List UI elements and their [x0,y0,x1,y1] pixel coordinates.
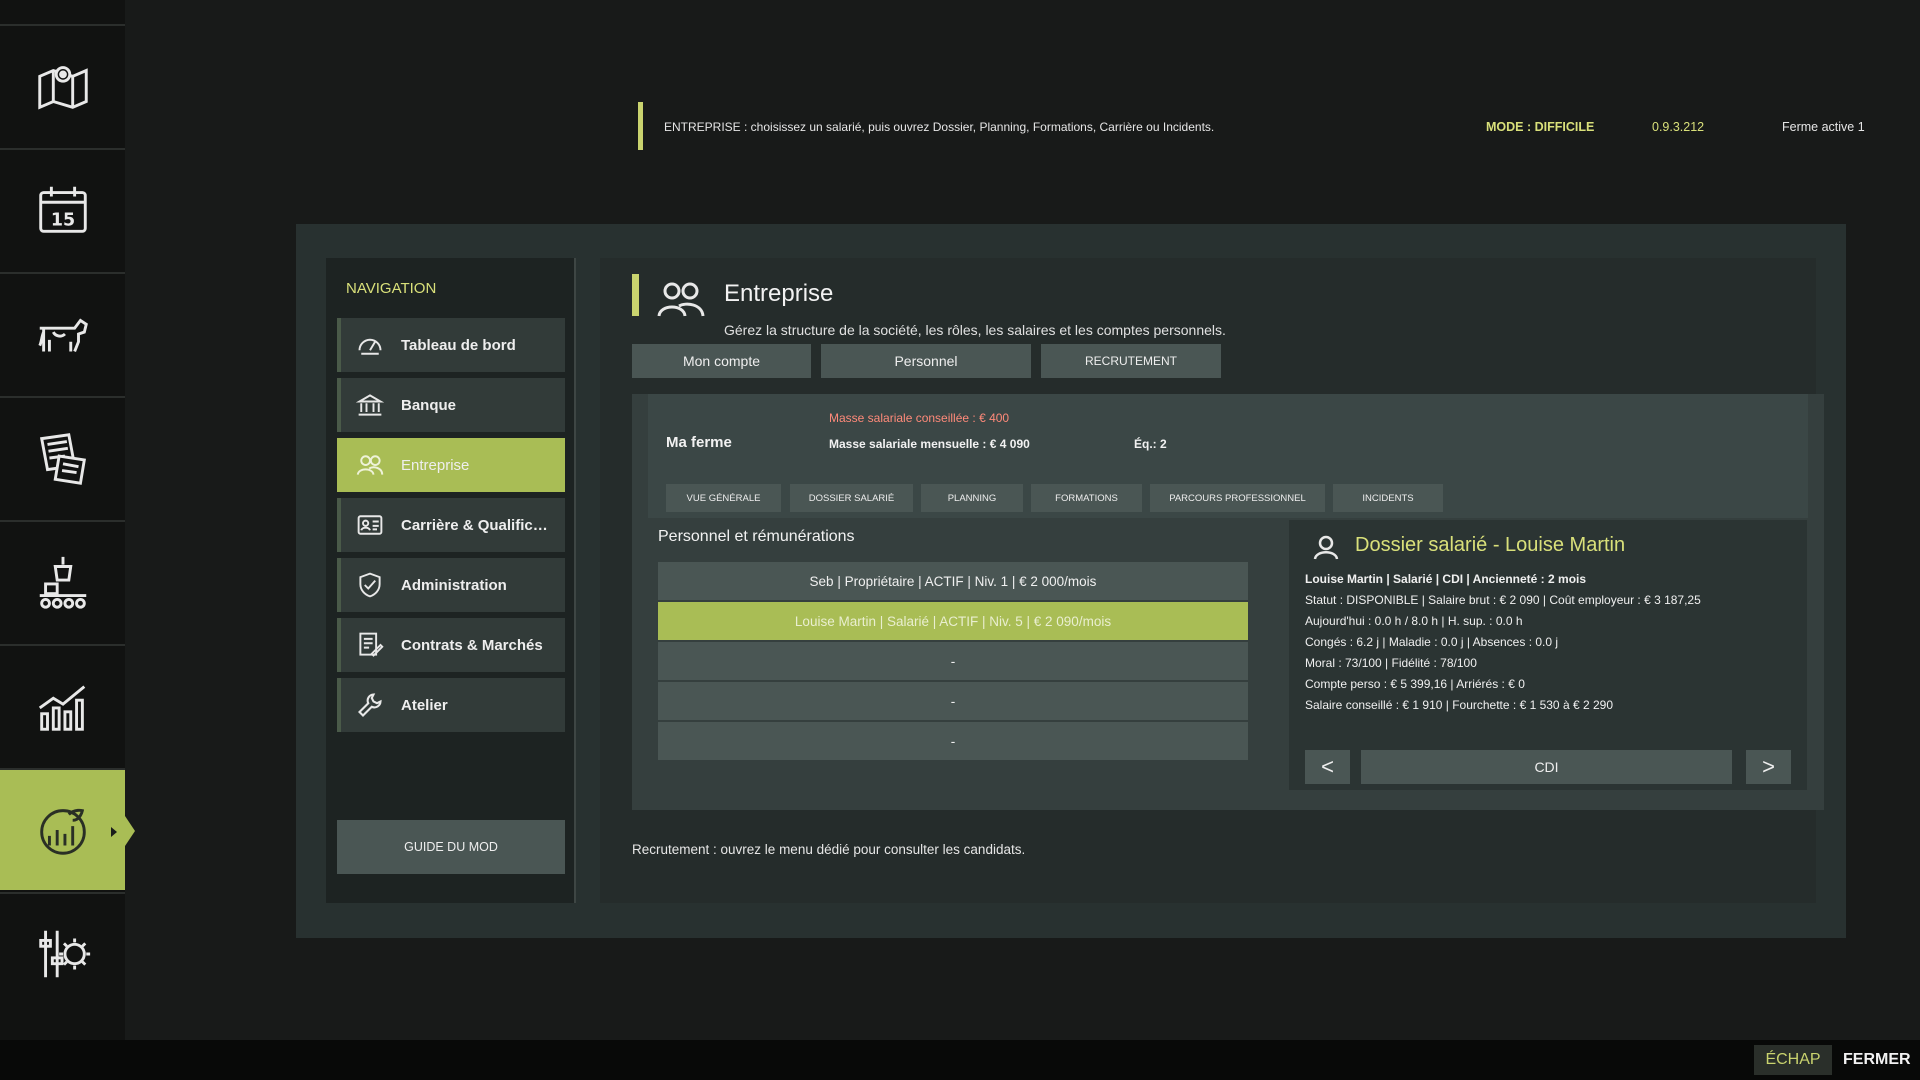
info-bar: ENTREPRISE : choisissez un salarié, puis… [638,102,1888,150]
navigation-title: NAVIGATION [346,280,437,297]
nav-item-atelier[interactable]: Atelier [337,678,565,732]
settings-icon [38,930,90,978]
staff-row-empty[interactable]: - [658,682,1248,720]
employee-leave: Congés : 6.2 j | Maladie : 0.0 j | Absen… [1305,635,1559,649]
active-farm: Ferme active 1 [1782,120,1865,134]
previous-contract-button[interactable]: < [1305,750,1350,784]
farm-name: Ma ferme [666,434,732,451]
nav-label: Entreprise [401,456,470,474]
rail-item-contracts[interactable] [0,396,125,518]
staff-row-empty[interactable]: - [658,642,1248,680]
tab-incidents[interactable]: INCIDENTS [1333,484,1443,512]
nav-label: Tableau de bord [401,336,516,354]
employee-hours: Aujourd'hui : 0.0 h / 8.0 h | H. sup. : … [1305,614,1523,628]
nav-item-contrats-marches[interactable]: Contrats & Marchés [337,618,565,672]
tab-dossier-salarie[interactable]: DOSSIER SALARIÉ [790,484,913,512]
tab-planning[interactable]: PLANNING [921,484,1023,512]
personnel-button[interactable]: Personnel [821,344,1031,378]
farm-manager-icon [39,808,86,855]
monthly-payroll: Masse salariale mensuelle : € 4 090 [829,437,1030,451]
bottom-bar [0,1040,1920,1080]
employee-status: Statut : DISPONIBLE | Salaire brut : € 2… [1305,593,1701,607]
rail-item-calendar[interactable]: 15 [0,148,125,270]
rail-item-statistics[interactable] [0,644,125,766]
page-title: Entreprise [724,280,834,307]
team-count: Éq.: 2 [1134,437,1167,451]
nav-item-tableau-de-bord[interactable]: Tableau de bord [337,318,565,372]
production-icon [39,556,86,609]
statistics-icon [38,685,85,731]
id-card-icon [355,510,385,540]
person-icon [1313,535,1339,560]
farm-summary: Ma ferme Masse salariale conseillée : € … [648,394,1808,518]
people-icon [355,450,385,480]
nav-label: Banque [401,396,457,414]
mod-version: 0.9.3.212 [1652,120,1705,134]
active-pointer-icon [111,827,117,837]
navigation-sidebar: NAVIGATION Tableau de bord Banque Entrep… [326,258,576,903]
nav-label: Contrats & Marchés [401,636,543,654]
staff-row-empty[interactable]: - [658,722,1248,760]
content-area: Entreprise Gérez la structure de la soci… [600,258,1824,903]
nav-item-banque[interactable]: Banque [337,378,565,432]
info-bar-accent [638,102,643,150]
staff-row[interactable]: Seb | Propriétaire | ACTIF | Niv. 1 | € … [658,562,1248,600]
people-icon [657,282,705,317]
nav-item-carriere[interactable]: Carrière & Qualificat... [337,498,565,552]
employee-file-title: Dossier salarié - Louise Martin [1355,534,1626,556]
contract-icon [355,630,385,660]
page-subtitle: Gérez la structure de la société, les rô… [724,322,1226,338]
tab-formations[interactable]: FORMATIONS [1031,484,1142,512]
nav-label: Administration [401,576,507,594]
contracts-icon [39,433,86,485]
calendar-icon: 15 [38,186,87,233]
speedometer-icon [355,330,385,360]
difficulty-mode: MODE : DIFFICILE [1486,120,1595,134]
employee-advised-salary: Salaire conseillé : € 1 910 | Fourchette… [1305,698,1613,712]
svg-text:15: 15 [50,211,74,231]
close-button[interactable]: FERMER [1843,1045,1911,1075]
rail-item-production[interactable] [0,520,125,642]
hint-text: ENTREPRISE : choisissez un salarié, puis… [664,120,1215,134]
next-contract-button[interactable]: > [1746,750,1791,784]
recrutement-button[interactable]: RECRUTEMENT [1041,344,1221,378]
staff-list-title: Personnel et rémunérations [658,528,855,545]
tab-vue-generale[interactable]: VUE GÉNÉRALE [666,484,781,512]
escape-key-hint[interactable]: ÉCHAP [1754,1045,1832,1075]
title-accent [632,274,639,316]
staff-panel: Ma ferme Masse salariale conseillée : € … [632,394,1824,810]
mon-compte-button[interactable]: Mon compte [632,344,811,378]
tab-parcours-professionnel[interactable]: PARCOURS PROFESSIONNEL [1150,484,1325,512]
nav-item-administration[interactable]: Administration [337,558,565,612]
rail-item-farm-manager[interactable] [0,768,135,890]
rail-item-settings[interactable] [0,892,125,1014]
nav-label: Atelier [401,696,448,714]
shield-check-icon [355,570,385,600]
wrench-icon [355,690,385,720]
rail-item-animals[interactable] [0,272,125,394]
bank-icon [355,390,385,420]
rail-item-map[interactable] [0,24,125,146]
employee-account: Compte perso : € 5 399,16 | Arriérés : €… [1305,677,1525,691]
staff-row-selected[interactable]: Louise Martin | Salarié | ACTIF | Niv. 5… [658,602,1248,640]
map-icon [37,66,88,110]
recruitment-note: Recrutement : ouvrez le menu dédié pour … [632,842,1026,857]
employee-file: Dossier salarié - Louise Martin Louise M… [1289,520,1807,790]
contract-type-selector[interactable]: CDI [1361,750,1732,784]
nav-label: Carrière & Qualificat... [401,516,553,534]
employee-summary: Louise Martin | Salarié | CDI | Ancienne… [1305,572,1587,586]
main-menu-rail: 15 [0,0,135,1040]
nav-item-entreprise[interactable]: Entreprise [337,438,565,492]
cow-icon [37,318,88,352]
employee-morale: Moral : 73/100 | Fidélité : 78/100 [1305,656,1477,670]
advised-payroll: Masse salariale conseillée : € 400 [829,411,1010,425]
guide-du-mod-button[interactable]: GUIDE DU MOD [337,820,565,874]
